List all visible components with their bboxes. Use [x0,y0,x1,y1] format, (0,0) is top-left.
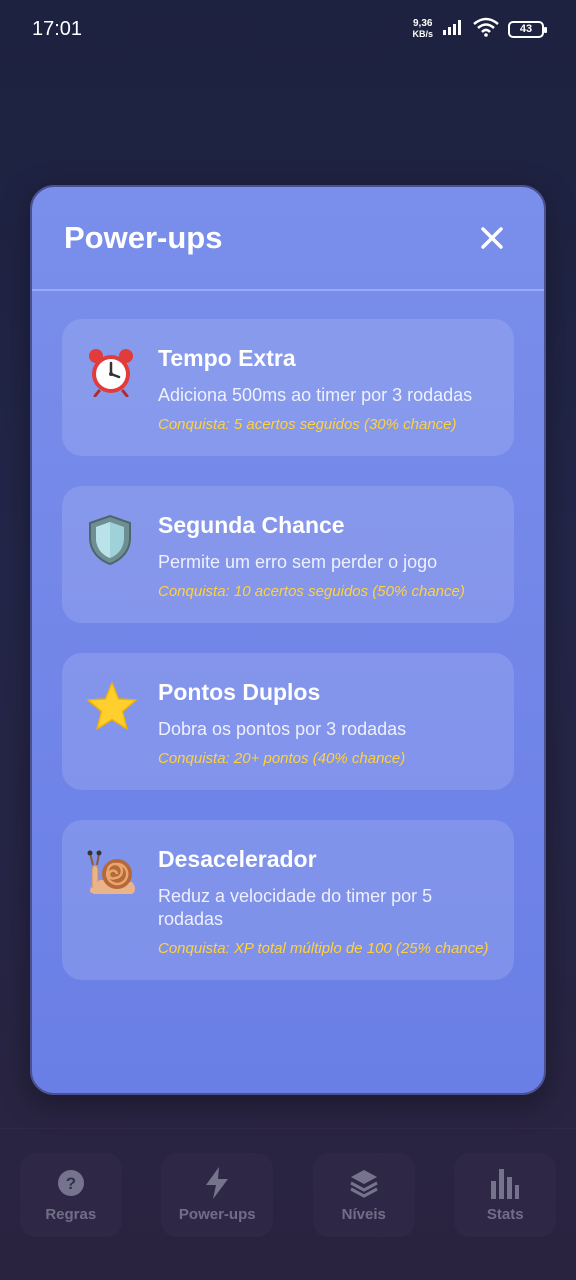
power-up-card-desacelerador: Desacelerador Reduz a velocidade do time… [62,820,514,980]
shield-icon [86,512,138,601]
power-up-description: Adiciona 500ms ao timer por 3 rodadas [158,385,473,405]
power-up-description: Dobra os pontos por 3 rodadas [158,719,407,739]
power-up-card-pontos-duplos: Pontos Duplos Dobra os pontos por 3 roda… [62,653,514,790]
star-icon [86,679,138,768]
power-up-title: Desacelerador [158,846,317,872]
modal-header: Power-ups [32,187,544,291]
power-up-title: Tempo Extra [158,345,296,371]
modal-title: Power-ups [64,220,223,255]
snail-icon [86,846,138,958]
power-up-unlock-condition: Conquista: 10 acertos seguidos (50% chan… [158,583,465,600]
power-up-list: Tempo Extra Adiciona 500ms ao timer por … [32,291,544,980]
power-up-description: Permite um erro sem perder o jogo [158,552,438,572]
power-up-title: Pontos Duplos [158,679,321,705]
power-up-title: Segunda Chance [158,512,345,538]
power-up-unlock-condition: Conquista: 5 acertos seguidos (30% chanc… [158,416,457,433]
close-icon [481,227,503,249]
power-up-description: Reduz a velocidade do timer por 5 rodada… [158,886,433,929]
power-up-unlock-condition: Conquista: 20+ pontos (40% chance) [158,750,406,767]
close-button[interactable] [472,218,512,258]
power-ups-modal: Power-ups Tempo Extra Adiciona 500ms ao … [30,185,546,1095]
alarm-clock-icon [86,345,138,434]
power-up-card-tempo-extra: Tempo Extra Adiciona 500ms ao timer por … [62,319,514,456]
power-up-unlock-condition: Conquista: XP total múltiplo de 100 (25%… [158,940,489,957]
power-up-card-segunda-chance: Segunda Chance Permite um erro sem perde… [62,486,514,623]
